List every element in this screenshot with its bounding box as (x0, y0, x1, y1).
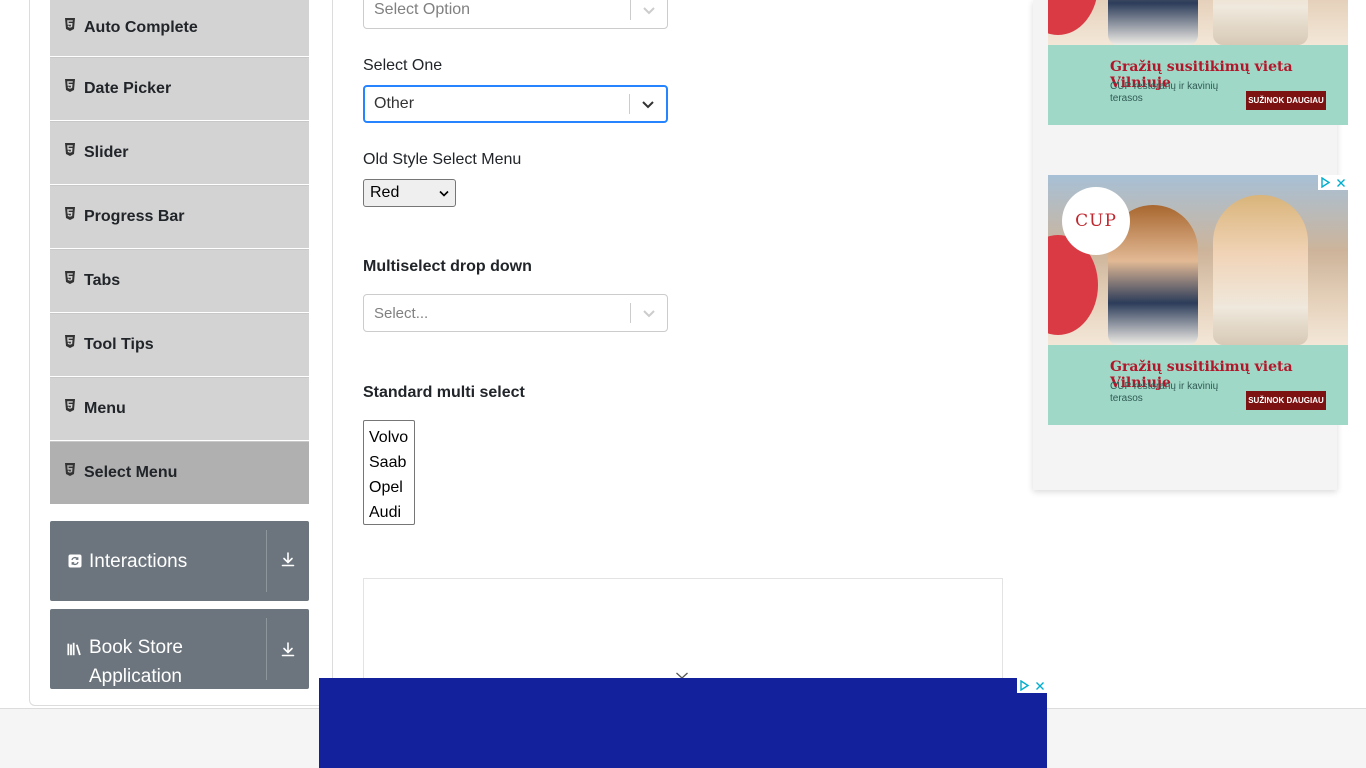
html5-icon (65, 462, 75, 476)
multiselect-dropdown[interactable]: Select... (363, 294, 668, 332)
select-one-value: Other (374, 95, 415, 112)
group-header-book-store[interactable]: Book Store Application (50, 609, 309, 689)
sidebar-item-progress-bar[interactable]: Progress Bar (50, 185, 309, 249)
html5-icon (65, 78, 75, 92)
ad-person (1108, 0, 1198, 45)
chevron-down-icon[interactable] (630, 99, 666, 109)
expand-toggle[interactable] (267, 609, 309, 661)
sidebar-item-date-picker[interactable]: Date Picker (50, 57, 309, 121)
download-arrow-icon (280, 641, 296, 661)
sidebar-item-select-menu[interactable]: Select Menu (50, 441, 309, 505)
sidebar-item-tabs[interactable]: Tabs (50, 249, 309, 313)
option-audi[interactable]: Audi (364, 500, 414, 525)
group-label: Interactions (89, 550, 188, 572)
cup-logo-text: CUP (1075, 211, 1117, 231)
sidebar-item-tool-tips[interactable]: Tool Tips (50, 313, 309, 377)
html5-icon (65, 206, 75, 220)
ad-choices (1318, 175, 1348, 190)
multiselect-placeholder: Select... (374, 304, 429, 322)
html5-icon (65, 17, 75, 31)
cup-logo: CUP (1062, 187, 1130, 255)
standard-multi-select-label: Standard multi select (363, 384, 525, 401)
book-store-icon (67, 641, 83, 657)
ad-photo (1048, 0, 1348, 45)
expand-toggle[interactable] (267, 521, 309, 601)
ad-cta-button[interactable]: SUŽINOK DAUGIAU (1246, 391, 1326, 410)
option-opel[interactable]: Opel (364, 475, 414, 500)
select-one-dropdown[interactable]: Other (363, 85, 668, 123)
option-saab[interactable]: Saab (364, 450, 414, 475)
ad-person (1213, 0, 1308, 45)
element-list: Auto Complete Date Picker Slider Progres… (50, 0, 309, 505)
html5-icon (65, 270, 75, 284)
old-style-select[interactable]: Red (363, 179, 456, 207)
html5-icon (65, 398, 75, 412)
ad-decoration (1048, 0, 1098, 35)
option-volvo[interactable]: Volvo (364, 425, 414, 450)
sidebar-item-label: Select Menu (84, 464, 178, 481)
sidebar-item-slider[interactable]: Slider (50, 121, 309, 185)
select-one-label: Select One (363, 57, 443, 74)
old-style-select-label: Old Style Select Menu (363, 151, 522, 168)
download-arrow-icon (280, 551, 296, 571)
ad-choices-icon[interactable] (1318, 175, 1333, 190)
multiselect-label: Multiselect drop down (363, 258, 532, 275)
advertisement-bottom[interactable] (319, 678, 1047, 768)
group-label: Book Store Application (89, 637, 183, 687)
interactions-icon (67, 553, 83, 569)
sidebar-item-label: Slider (84, 144, 129, 161)
embedded-frame (363, 578, 1003, 688)
close-icon[interactable] (1032, 678, 1047, 693)
sidebar-item-label: Tabs (84, 272, 121, 289)
chevron-down-icon[interactable] (631, 5, 667, 15)
ad-choices (1017, 678, 1047, 693)
sidebar-item-label: Tool Tips (84, 336, 154, 353)
ad-subtext: CUP restoranų ir kavinių terasos (1110, 381, 1219, 404)
ad-photo: CUP (1048, 175, 1348, 345)
sidebar-item-auto-complete[interactable]: Auto Complete (50, 0, 309, 57)
html5-icon (65, 334, 75, 348)
close-icon[interactable] (1333, 175, 1348, 190)
select-value-placeholder: Select Option (374, 1, 471, 18)
standard-multi-select[interactable]: Volvo Saab Opel Audi (363, 420, 415, 525)
ad-subtext: CUP restoranų ir kavinių terasos (1110, 81, 1219, 104)
sidebar-item-label: Progress Bar (84, 208, 185, 225)
advertisement-middle[interactable]: CUP Gražių susitikimų vieta Vilniuje CUP… (1048, 175, 1348, 425)
select-value-dropdown[interactable]: Select Option (363, 0, 668, 29)
sidebar-item-label: Auto Complete (84, 19, 198, 36)
html5-icon (65, 142, 75, 156)
sidebar-item-label: Menu (84, 400, 126, 417)
sidebar-item-label: Date Picker (84, 80, 172, 97)
ad-person (1213, 195, 1308, 345)
sidebar-item-menu[interactable]: Menu (50, 377, 309, 441)
ad-cta-button[interactable]: SUŽINOK DAUGIAU (1246, 91, 1326, 110)
ad-choices-icon[interactable] (1017, 678, 1032, 693)
advertisement-top[interactable]: Gražių susitikimų vieta Vilniuje CUP res… (1048, 0, 1348, 125)
chevron-down-icon[interactable] (631, 308, 667, 318)
chevron-down-icon (439, 184, 449, 202)
old-style-select-value: Red (370, 184, 400, 201)
group-header-interactions[interactable]: Interactions (50, 521, 309, 601)
